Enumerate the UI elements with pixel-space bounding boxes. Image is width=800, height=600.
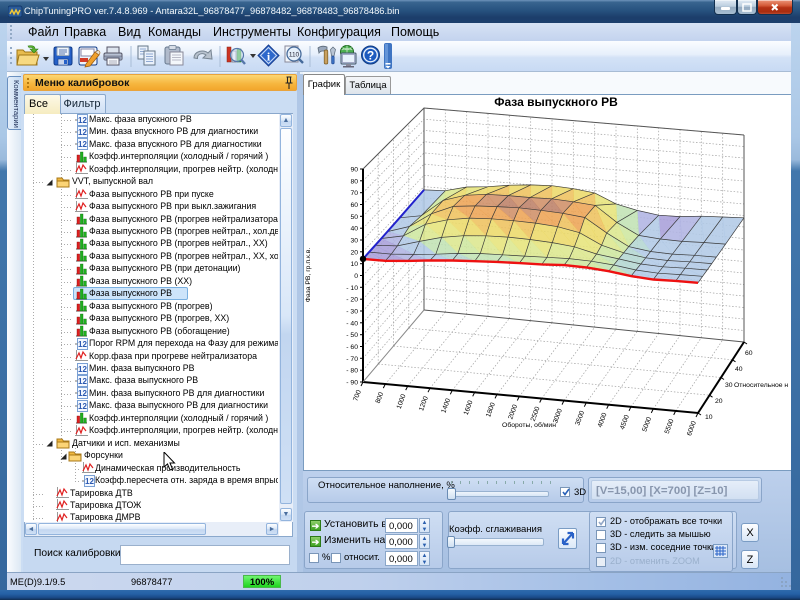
svg-text:- 60: - 60 [346, 344, 358, 351]
svg-text:- 10: - 10 [346, 285, 358, 292]
svg-text:12: 12 [78, 116, 87, 125]
svg-text:3500: 3500 [574, 410, 586, 427]
svg-text:700: 700 [352, 389, 363, 402]
svg-text:12: 12 [78, 389, 87, 398]
svg-text:20: 20 [715, 398, 723, 405]
svg-text:110: 110 [289, 52, 300, 59]
svg-text:90: 90 [350, 167, 358, 174]
svg-text:60: 60 [745, 350, 753, 357]
svg-text:- 30: - 30 [346, 309, 358, 316]
svg-text:12: 12 [78, 377, 87, 386]
svg-text:- 70: - 70 [346, 356, 358, 363]
svg-text:70: 70 [350, 190, 358, 197]
svg-text:2000: 2000 [507, 404, 519, 421]
svg-text:10: 10 [705, 414, 713, 421]
svg-text:80: 80 [350, 178, 358, 185]
svg-text:30: 30 [350, 238, 358, 245]
svg-text:4500: 4500 [619, 414, 631, 431]
svg-text:1200: 1200 [418, 395, 430, 412]
svg-text:800: 800 [375, 391, 386, 404]
svg-text:12: 12 [78, 340, 87, 349]
svg-text:12: 12 [78, 140, 87, 149]
svg-text:1000: 1000 [396, 393, 408, 410]
svg-text:50: 50 [350, 214, 358, 221]
svg-text:- 20: - 20 [346, 297, 358, 304]
svg-text:Фаза выпускного РВ: Фаза выпускного РВ [494, 95, 618, 109]
svg-text:5000: 5000 [641, 416, 653, 433]
svg-text:5500: 5500 [664, 418, 676, 435]
svg-text:12: 12 [78, 128, 87, 137]
svg-text:60: 60 [350, 202, 358, 209]
svg-text:40: 40 [735, 366, 743, 373]
svg-text:?: ? [367, 49, 374, 63]
svg-text:40: 40 [350, 226, 358, 233]
svg-text:Обороты, об/мин: Обороты, об/мин [502, 421, 556, 429]
svg-text:1400: 1400 [440, 397, 452, 414]
svg-text:12: 12 [85, 477, 94, 486]
svg-text:4000: 4000 [597, 412, 609, 429]
svg-text:20: 20 [350, 249, 358, 256]
svg-text:10: 10 [350, 261, 358, 268]
svg-text:- 40: - 40 [346, 320, 358, 327]
svg-text:12: 12 [78, 365, 87, 374]
svg-text:12: 12 [78, 402, 87, 411]
svg-text:1600: 1600 [463, 399, 475, 416]
svg-text:- 80: - 80 [346, 368, 358, 375]
svg-text:2500: 2500 [530, 406, 542, 423]
svg-text:30: 30 [725, 382, 733, 389]
svg-text:0: 0 [354, 273, 358, 280]
svg-text:- 90: - 90 [346, 380, 358, 387]
svg-text:Относительное н: Относительное н [734, 382, 788, 389]
svg-text:Фаза РВ, гр.п.к.в.: Фаза РВ, гр.п.к.в. [305, 248, 312, 303]
svg-text:1800: 1800 [485, 401, 497, 418]
svg-text:- 50: - 50 [346, 332, 358, 339]
svg-text:6000: 6000 [686, 420, 698, 437]
